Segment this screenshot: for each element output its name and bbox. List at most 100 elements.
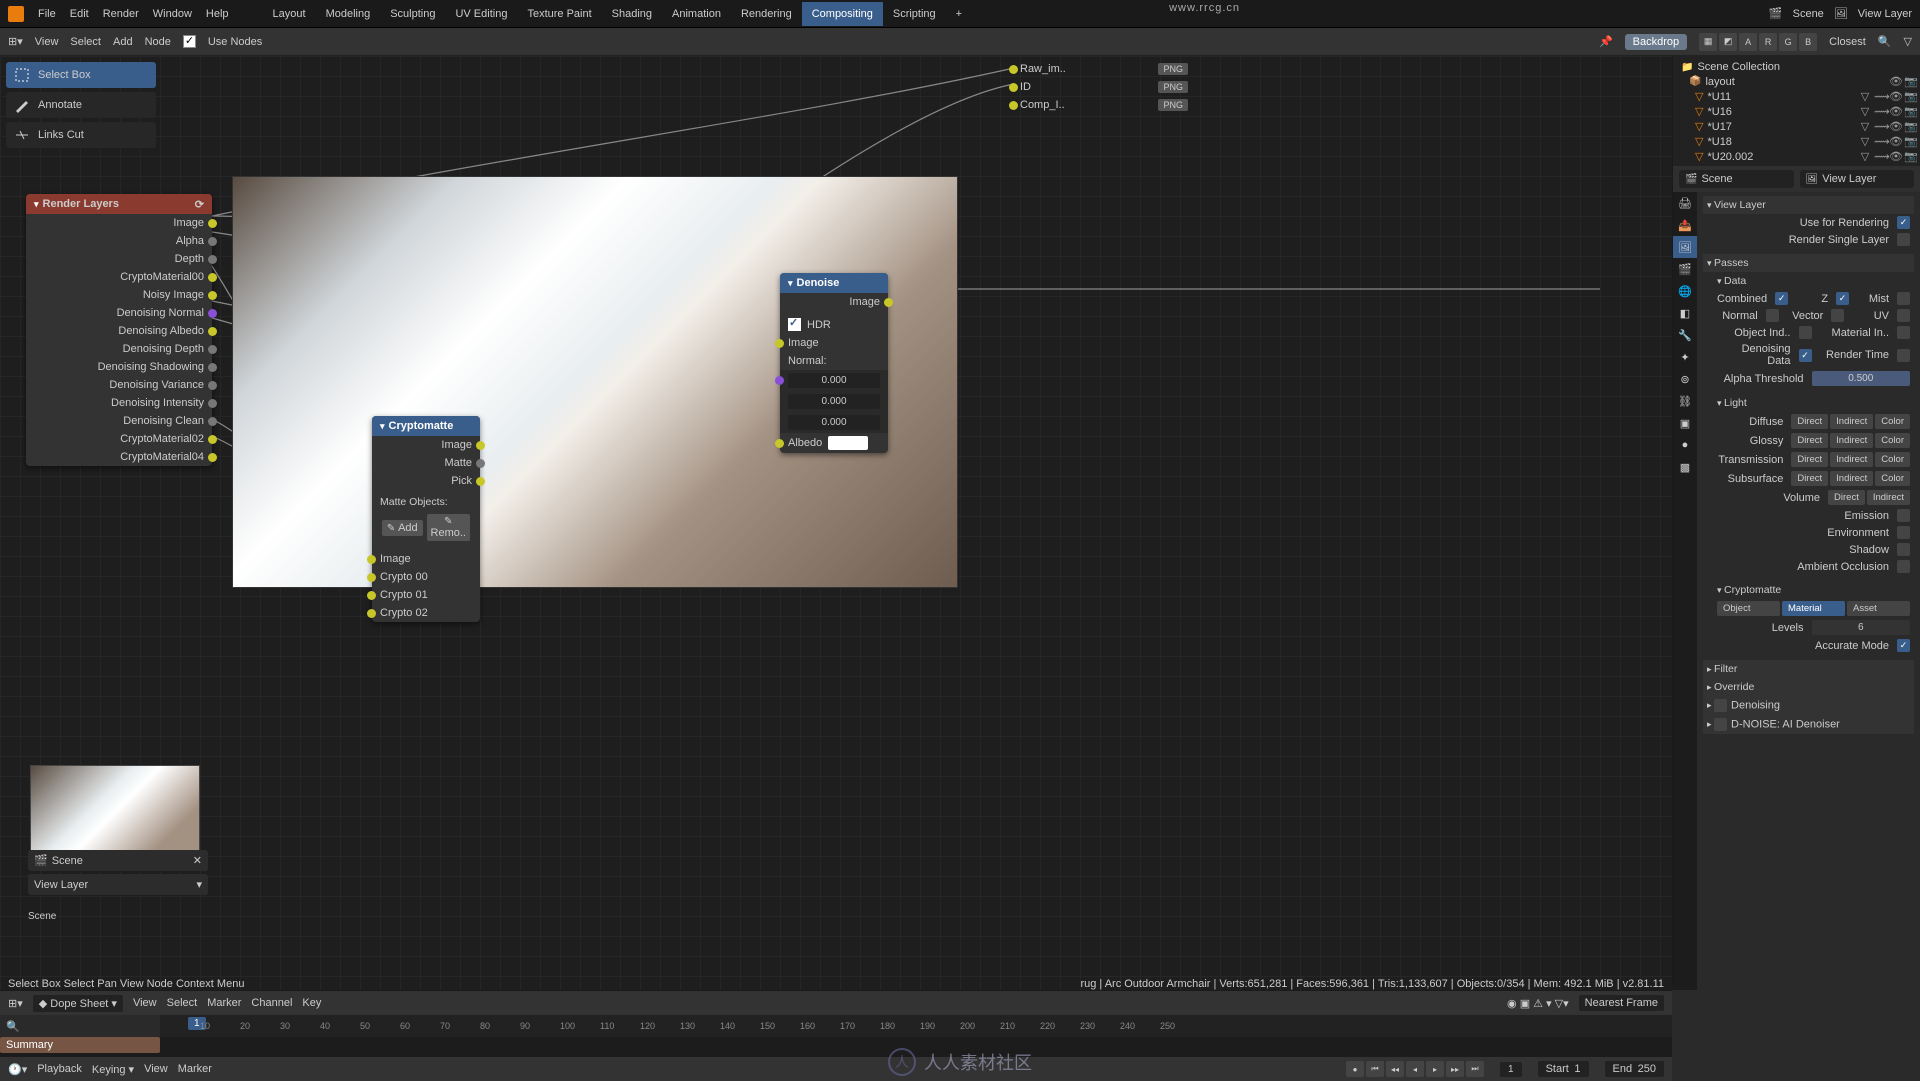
ch-b[interactable]: B xyxy=(1799,33,1817,51)
sect-override[interactable]: Override xyxy=(1703,678,1914,696)
albedo-swatch[interactable] xyxy=(828,436,868,450)
ch-img-icon[interactable]: ▦ xyxy=(1699,33,1717,51)
uv-check[interactable] xyxy=(1897,309,1910,322)
viewlayer-field[interactable]: View Layer xyxy=(1858,8,1912,20)
tab-rendering[interactable]: Rendering xyxy=(731,2,802,26)
tool-select[interactable]: Select Box xyxy=(6,62,156,88)
vol-btns[interactable]: DirectIndirect xyxy=(1828,490,1910,505)
search-icon[interactable]: 🔍 xyxy=(1878,35,1892,48)
pb-playback[interactable]: Playback xyxy=(37,1063,82,1075)
objind-check[interactable] xyxy=(1799,326,1812,339)
env-check[interactable] xyxy=(1897,526,1910,539)
menu-edit[interactable]: Edit xyxy=(70,8,89,20)
dendata-check[interactable] xyxy=(1799,349,1812,362)
outliner[interactable]: 📁 Scene Collection 📦 layout👁📷 ▽*U11▽⟿👁📷 … xyxy=(1673,56,1920,166)
remove-button[interactable]: ✎ Remo.. xyxy=(427,514,470,541)
tab-particle-icon[interactable]: ✦ xyxy=(1673,346,1697,368)
editor-type-icon[interactable]: ⊞▾ xyxy=(8,35,23,48)
start-frame[interactable]: Start 1 xyxy=(1538,1061,1589,1077)
property-content[interactable]: View Layer Use for Rendering Render Sing… xyxy=(1697,192,1920,990)
eye-icon[interactable]: 👁 xyxy=(1889,75,1901,88)
ch-alpha-icon[interactable]: ◩ xyxy=(1719,33,1737,51)
subs-btns[interactable]: DirectIndirectColor xyxy=(1791,471,1910,486)
node-denoise[interactable]: Denoise Image HDR Image Normal: 0.000 0.… xyxy=(780,273,888,453)
tab-viewlayer-icon[interactable]: 🖼 xyxy=(1673,236,1697,258)
tab-layout[interactable]: Layout xyxy=(263,2,316,26)
pb-keying[interactable]: Keying ▾ xyxy=(92,1063,134,1076)
single-layer-check[interactable] xyxy=(1897,233,1910,246)
closest-dropdown[interactable]: Closest xyxy=(1829,36,1866,48)
tab-world-icon[interactable]: 🌐 xyxy=(1673,280,1697,302)
hdr-view[interactable]: View xyxy=(35,36,59,48)
tab-scene-icon[interactable]: 🎬 xyxy=(1673,258,1697,280)
end-frame[interactable]: End 250 xyxy=(1605,1061,1665,1077)
sect-denoising[interactable]: Denoising xyxy=(1703,696,1914,715)
coll-layout[interactable]: 📦 layout👁📷 xyxy=(1677,74,1916,89)
autokey-icon[interactable]: ● xyxy=(1346,1061,1364,1077)
editor-type-icon[interactable]: 🕐▾ xyxy=(8,1063,27,1076)
shadow-check[interactable] xyxy=(1897,543,1910,556)
tab-constraint-icon[interactable]: ⛓ xyxy=(1673,390,1697,412)
ds-icons[interactable]: ◉ ▣ ⚠ ▾ ▽▾ xyxy=(1507,997,1569,1010)
tab-texture-icon[interactable]: ▩ xyxy=(1673,456,1697,478)
sect-light[interactable]: Light xyxy=(1703,394,1914,412)
menu-render[interactable]: Render xyxy=(103,8,139,20)
alpha-threshold[interactable]: 0.500 xyxy=(1812,371,1911,386)
blender-logo-icon[interactable] xyxy=(8,6,24,22)
frame-ruler[interactable]: 🔍 1 102030405060708090100110120130140150… xyxy=(0,1015,1672,1037)
diffuse-btns[interactable]: DirectIndirectColor xyxy=(1791,414,1910,429)
filter-icon[interactable]: ▽ xyxy=(1904,35,1912,48)
hdr-check[interactable]: HDR xyxy=(780,315,888,334)
menu-help[interactable]: Help xyxy=(206,8,229,20)
hdr-node[interactable]: Node xyxy=(145,36,171,48)
obj-u18[interactable]: ▽*U18▽⟿👁📷 xyxy=(1677,134,1916,149)
scene-pill[interactable]: 🎬 Scene xyxy=(1679,170,1794,188)
ch-r[interactable]: R xyxy=(1759,33,1777,51)
sect-data[interactable]: Data xyxy=(1703,272,1914,290)
obj-u16[interactable]: ▽*U16▽⟿👁📷 xyxy=(1677,104,1916,119)
prev-key-icon[interactable]: ◂◂ xyxy=(1386,1061,1404,1077)
viewlayer-pill[interactable]: 🖼 View Layer xyxy=(1800,170,1915,188)
summary-channel[interactable]: Summary xyxy=(0,1037,160,1053)
add-button[interactable]: ✎ Add xyxy=(382,520,423,536)
use-render-check[interactable] xyxy=(1897,216,1910,229)
node-file-output[interactable]: Raw_im..PNG IDPNG Comp_I..PNG xyxy=(1014,60,1194,114)
menu-file[interactable]: File xyxy=(38,8,56,20)
tool-links-cut[interactable]: Links Cut xyxy=(6,122,156,148)
tab-output-icon[interactable]: 📤 xyxy=(1673,214,1697,236)
jump-end-icon[interactable]: ⏭ xyxy=(1466,1061,1484,1077)
tab-uv[interactable]: UV Editing xyxy=(445,2,517,26)
tab-modeling[interactable]: Modeling xyxy=(316,2,381,26)
scene-field[interactable]: Scene xyxy=(1793,8,1824,20)
tab-compositing[interactable]: Compositing xyxy=(802,2,883,26)
menu-window[interactable]: Window xyxy=(153,8,192,20)
normal-y[interactable]: 0.000 xyxy=(780,391,888,412)
current-frame-field[interactable]: 1 xyxy=(1500,1062,1522,1077)
z-check[interactable] xyxy=(1836,292,1849,305)
pb-marker[interactable]: Marker xyxy=(178,1063,212,1075)
tab-render-icon[interactable]: 🖨 xyxy=(1673,192,1697,214)
backdrop-button[interactable]: Backdrop xyxy=(1625,34,1687,50)
glossy-btns[interactable]: DirectIndirectColor xyxy=(1791,433,1910,448)
snap-dropdown[interactable]: Nearest Frame xyxy=(1579,995,1664,1011)
levels-field[interactable]: 6 xyxy=(1812,620,1911,635)
next-key-icon[interactable]: ▸▸ xyxy=(1446,1061,1464,1077)
tool-annotate[interactable]: Annotate xyxy=(6,92,156,118)
sect-viewlayer[interactable]: View Layer xyxy=(1703,196,1914,214)
normal-check[interactable] xyxy=(1766,309,1779,322)
node-canvas[interactable]: Select Box Annotate Links Cut Render Lay… xyxy=(0,56,1672,990)
scene-collection[interactable]: 📁 Scene Collection xyxy=(1677,60,1916,74)
sect-filter[interactable]: Filter xyxy=(1703,660,1914,678)
ds-key[interactable]: Key xyxy=(302,997,321,1009)
mist-check[interactable] xyxy=(1897,292,1910,305)
scene-select[interactable]: 🎬 Scene✕ xyxy=(28,850,208,871)
obj-u17[interactable]: ▽*U17▽⟿👁📷 xyxy=(1677,119,1916,134)
normal-x[interactable]: 0.000 xyxy=(780,370,888,391)
tab-animation[interactable]: Animation xyxy=(662,2,731,26)
ch-g[interactable]: G xyxy=(1779,33,1797,51)
ds-channel[interactable]: Channel xyxy=(251,997,292,1009)
tab-modifier-icon[interactable]: 🔧 xyxy=(1673,324,1697,346)
node-header[interactable]: Denoise xyxy=(780,273,888,293)
tab-scripting[interactable]: Scripting xyxy=(883,2,946,26)
scene-icon[interactable]: 🎬 xyxy=(1769,7,1783,20)
